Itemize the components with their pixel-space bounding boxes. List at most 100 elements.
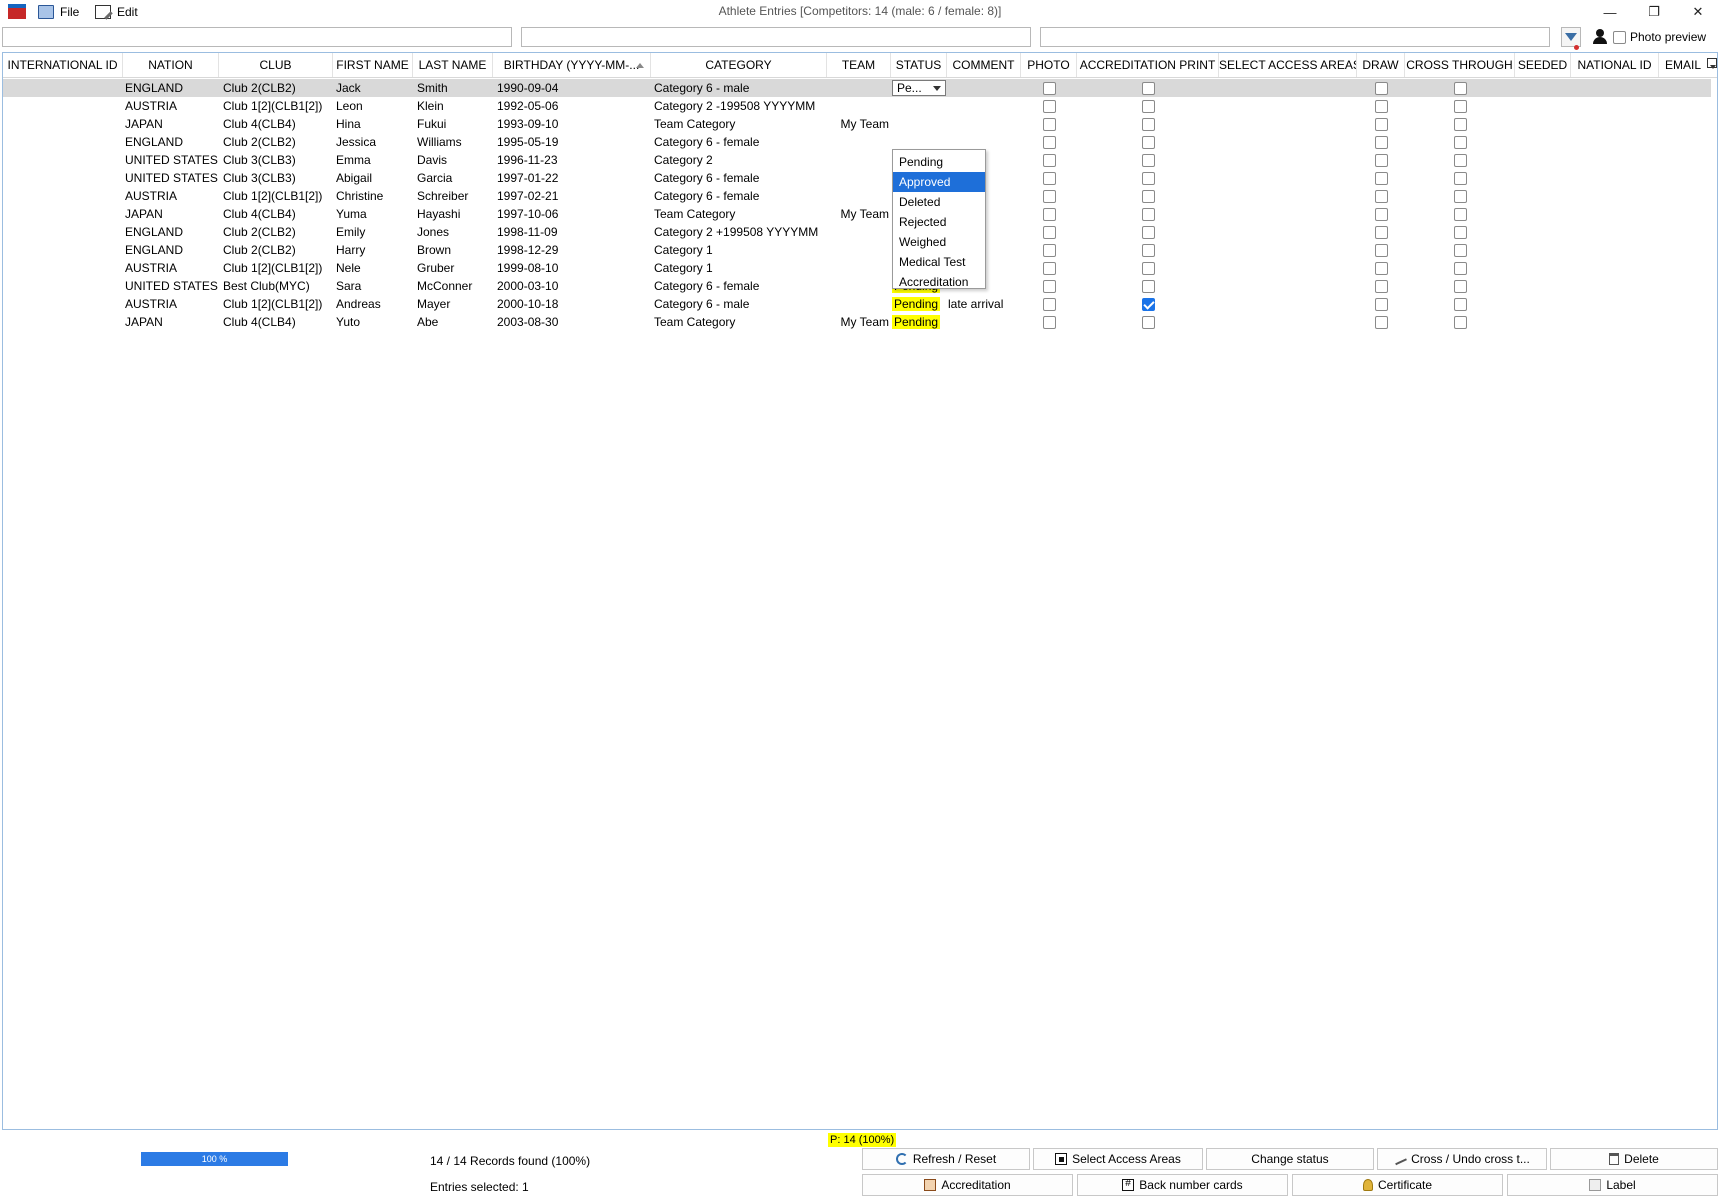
draw-checkbox[interactable] (1374, 135, 1388, 149)
accreditation-print-checkbox[interactable] (1141, 135, 1155, 149)
table-row[interactable]: ENGLAND Club 2(CLB2) Harry Brown 1998-12-29 C… (3, 241, 1711, 259)
draw-checkbox[interactable] (1374, 171, 1388, 185)
table-row[interactable]: JAPAN Club 4(CLB4) Yuto Abe 2003-08-30 Team C… (3, 313, 1711, 331)
accreditation-print-checkbox[interactable] (1141, 261, 1155, 275)
accreditation-print-checkbox[interactable] (1141, 315, 1155, 329)
table-row[interactable]: JAPAN Club 4(CLB4) Yuma Hayashi 1997-10-06 Te… (3, 205, 1711, 223)
header-draw[interactable]: DRAW (1357, 53, 1405, 77)
table-row[interactable]: JAPAN Club 4(CLB4) Hina Fukui 1993-09-10 Team… (3, 115, 1711, 133)
refresh-reset-button[interactable]: Refresh / Reset (862, 1148, 1030, 1170)
photo-checkbox[interactable] (1042, 279, 1056, 293)
header-nation[interactable]: NATION (123, 53, 219, 77)
status-option[interactable]: Accreditation (893, 272, 985, 292)
accreditation-print-checkbox[interactable] (1141, 171, 1155, 185)
draw-checkbox[interactable] (1374, 225, 1388, 239)
draw-checkbox[interactable] (1374, 99, 1388, 113)
header-national-id[interactable]: NATIONAL ID (1571, 53, 1659, 77)
header-last-name[interactable]: LAST NAME (413, 53, 493, 77)
draw-checkbox[interactable] (1374, 315, 1388, 329)
status-option[interactable]: Approved (893, 172, 985, 192)
cross-through-checkbox[interactable] (1453, 297, 1467, 311)
cross-through-checkbox[interactable] (1453, 81, 1467, 95)
table-row[interactable]: UNITED STATES Best Club(MYC) Sara McConner 2… (3, 277, 1711, 295)
table-row[interactable]: UNITED STATES Club 3(CLB3) Emma Davis 1996-1… (3, 151, 1711, 169)
photo-checkbox[interactable] (1042, 261, 1056, 275)
photo-preview-checkbox[interactable] (1613, 30, 1626, 44)
select-access-areas-button[interactable]: Select Access Areas (1033, 1148, 1203, 1170)
draw-checkbox[interactable] (1374, 153, 1388, 167)
table-row[interactable]: AUSTRIA Club 1[2](CLB1[2]) Christine Schrei… (3, 187, 1711, 205)
accreditation-print-checkbox[interactable] (1141, 189, 1155, 203)
cross-through-checkbox[interactable] (1453, 117, 1467, 131)
draw-checkbox[interactable] (1374, 297, 1388, 311)
header-team[interactable]: TEAM (827, 53, 891, 77)
table-row[interactable]: AUSTRIA Club 1[2](CLB1[2]) Leon Klein 1992-0… (3, 97, 1711, 115)
accreditation-print-checkbox[interactable] (1141, 207, 1155, 221)
photo-checkbox[interactable] (1042, 81, 1056, 95)
status-option[interactable]: Weighed (893, 232, 985, 252)
draw-checkbox[interactable] (1374, 261, 1388, 275)
column-chooser-icon[interactable] (1707, 58, 1717, 69)
status-option[interactable]: Pending (893, 152, 985, 172)
accreditation-button[interactable]: Accreditation (862, 1174, 1073, 1196)
header-email[interactable]: EMAIL (1659, 53, 1707, 77)
photo-checkbox[interactable] (1042, 189, 1056, 203)
restore-button[interactable]: ❐ (1634, 0, 1674, 24)
photo-checkbox[interactable] (1042, 99, 1056, 113)
status-combo[interactable]: Pe... (892, 80, 946, 96)
photo-checkbox[interactable] (1042, 117, 1056, 131)
header-accreditation-print[interactable]: ACCREDITATION PRINT (1077, 53, 1219, 77)
certificate-button[interactable]: Certificate (1292, 1174, 1503, 1196)
cross-through-checkbox[interactable] (1453, 225, 1467, 239)
status-option[interactable]: Medical Test (893, 252, 985, 272)
table-row[interactable]: ENGLAND Club 2(CLB2) Jack Smith 1990-09-04 Ca… (3, 79, 1711, 97)
cross-through-checkbox[interactable] (1453, 315, 1467, 329)
photo-checkbox[interactable] (1042, 135, 1056, 149)
filter-input-2[interactable] (521, 27, 1031, 47)
cross-through-checkbox[interactable] (1453, 279, 1467, 293)
header-club[interactable]: CLUB (219, 53, 333, 77)
table-row[interactable]: AUSTRIA Club 1[2](CLB1[2]) Andreas Mayer 200… (3, 295, 1711, 313)
status-badge[interactable]: Pending (892, 297, 941, 311)
change-status-button[interactable]: Change status (1206, 1148, 1374, 1170)
table-row[interactable]: ENGLAND Club 2(CLB2) Jessica Williams 1995-0… (3, 133, 1711, 151)
accreditation-print-checkbox[interactable] (1141, 297, 1155, 311)
cross-through-checkbox[interactable] (1453, 207, 1467, 221)
header-comment[interactable]: COMMENT (947, 53, 1021, 77)
accreditation-print-checkbox[interactable] (1141, 153, 1155, 167)
delete-button[interactable]: Delete (1550, 1148, 1718, 1170)
photo-checkbox[interactable] (1042, 207, 1056, 221)
header-select-access-areas[interactable]: SELECT ACCESS AREAS (1219, 53, 1357, 77)
header-seeded[interactable]: SEEDED (1515, 53, 1571, 77)
cross-through-checkbox[interactable] (1453, 171, 1467, 185)
header-birthday[interactable]: BIRTHDAY (YYYY-MM-... (493, 53, 651, 77)
draw-checkbox[interactable] (1374, 243, 1388, 257)
table-row[interactable]: ENGLAND Club 2(CLB2) Emily Jones 1998-11-09 C… (3, 223, 1711, 241)
draw-checkbox[interactable] (1374, 117, 1388, 131)
minimize-button[interactable]: — (1590, 0, 1630, 24)
cross-through-checkbox[interactable] (1453, 99, 1467, 113)
status-dropdown-list[interactable]: Pending Approved Deleted Rejected Weighed Med… (892, 149, 986, 289)
cross-through-checkbox[interactable] (1453, 243, 1467, 257)
table-row[interactable]: AUSTRIA Club 1[2](CLB1[2]) Nele Gruber 1999-… (3, 259, 1711, 277)
photo-checkbox[interactable] (1042, 297, 1056, 311)
accreditation-print-checkbox[interactable] (1141, 81, 1155, 95)
header-status[interactable]: STATUS (891, 53, 947, 77)
back-number-cards-button[interactable]: Back number cards (1077, 1174, 1288, 1196)
header-first-name[interactable]: FIRST NAME (333, 53, 413, 77)
cross-through-checkbox[interactable] (1453, 153, 1467, 167)
cross-through-checkbox[interactable] (1453, 261, 1467, 275)
draw-checkbox[interactable] (1374, 279, 1388, 293)
photo-preview-toggle[interactable]: Photo preview (1613, 30, 1706, 44)
header-category[interactable]: CATEGORY (651, 53, 827, 77)
label-button[interactable]: Label (1507, 1174, 1718, 1196)
accreditation-print-checkbox[interactable] (1141, 225, 1155, 239)
photo-checkbox[interactable] (1042, 171, 1056, 185)
draw-checkbox[interactable] (1374, 81, 1388, 95)
filter-button[interactable] (1561, 27, 1581, 50)
filter-input-1[interactable] (2, 27, 512, 47)
table-row[interactable]: UNITED STATES Club 3(CLB3) Abigail Garcia 19… (3, 169, 1711, 187)
header-photo[interactable]: PHOTO (1021, 53, 1077, 77)
accreditation-print-checkbox[interactable] (1141, 279, 1155, 293)
photo-checkbox[interactable] (1042, 315, 1056, 329)
